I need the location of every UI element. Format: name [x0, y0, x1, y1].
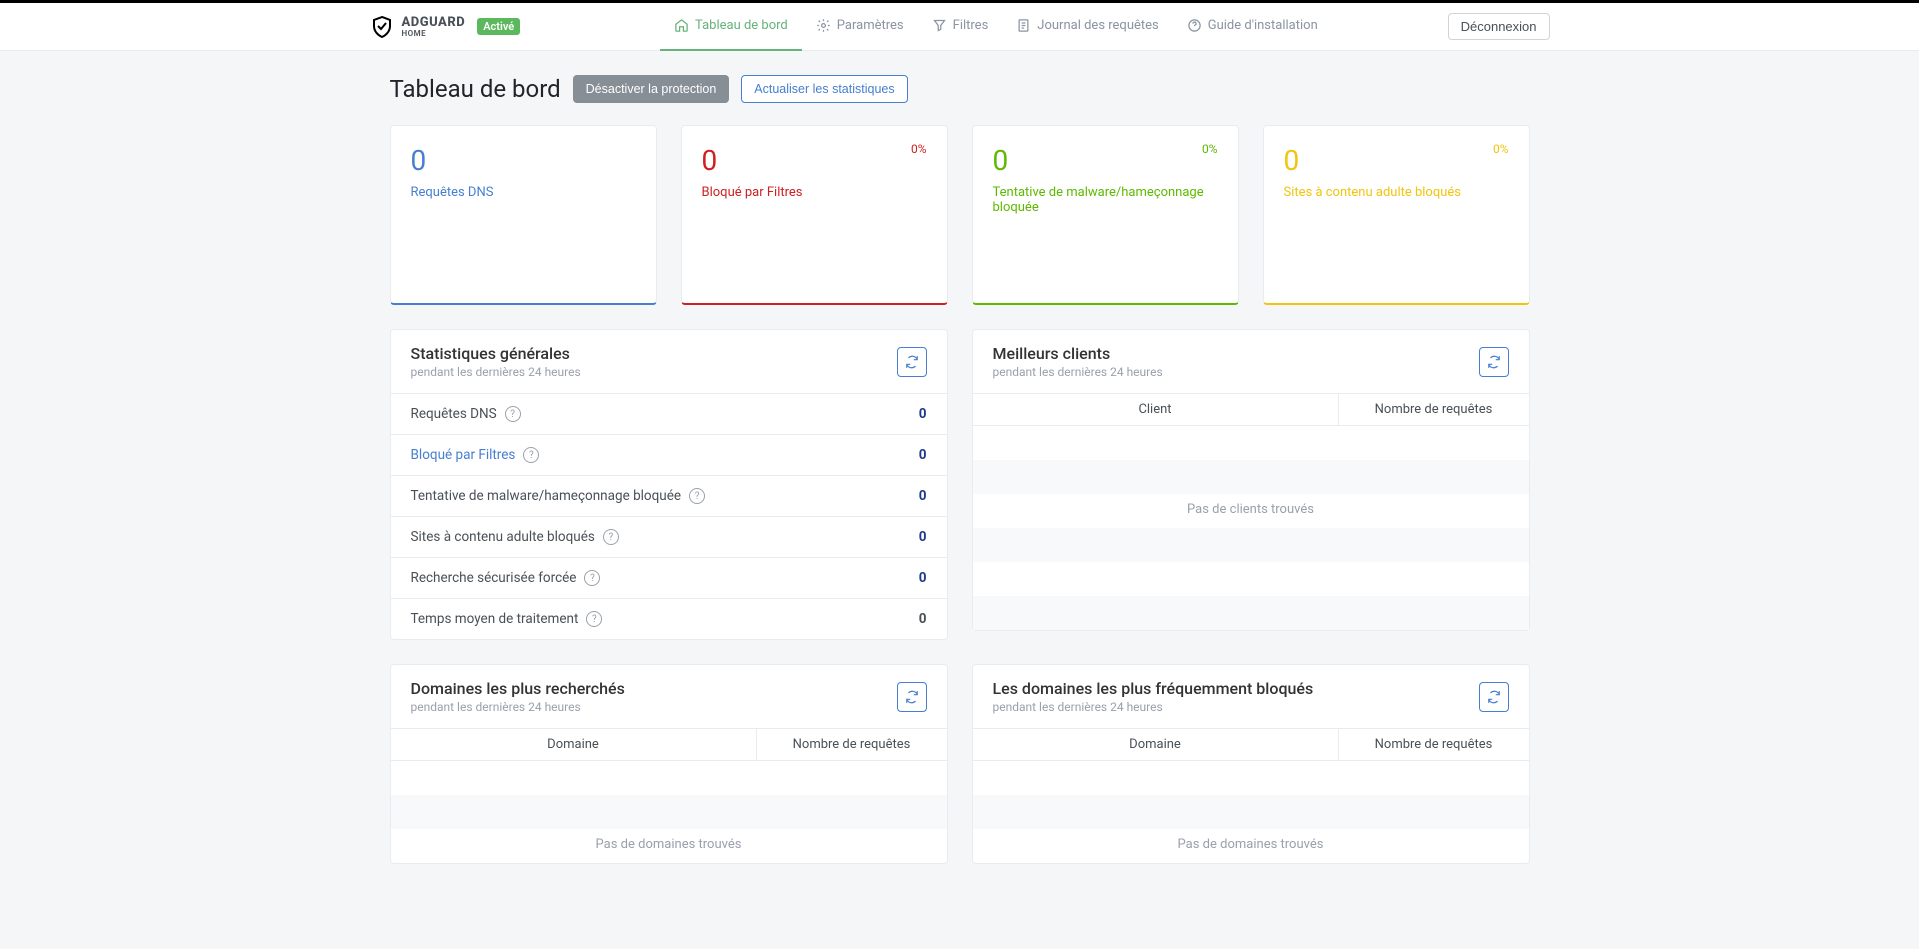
blocked-label-link[interactable]: Bloqué par Filtres [702, 185, 927, 200]
filter-icon [932, 18, 947, 33]
refresh-icon [1487, 355, 1501, 369]
page-title: Tableau de bord [390, 75, 561, 103]
nav-settings[interactable]: Paramètres [802, 3, 918, 51]
queried-table-header: Domaine Nombre de requêtes [391, 729, 947, 761]
help-tooltip-icon[interactable]: ? [505, 406, 521, 422]
dns-label-link[interactable]: Requêtes DNS [411, 185, 636, 200]
nav-filters[interactable]: Filtres [918, 3, 1003, 51]
adult-pct: 0% [1493, 142, 1509, 156]
refresh-stats-button[interactable]: Actualiser les statistiques [741, 75, 907, 103]
refresh-top-clients-button[interactable] [1479, 347, 1509, 377]
main-nav: Tableau de bord Paramètres Filtres Journ… [544, 3, 1447, 51]
top-clients-card: Meilleurs clients pendant les dernières … [972, 329, 1530, 631]
malware-pct: 0% [1202, 142, 1218, 156]
top-blocked-subtitle: pendant les dernières 24 heures [993, 700, 1314, 714]
brand-name: ADGUARD [402, 16, 466, 29]
disable-protection-button[interactable]: Désactiver la protection [573, 75, 730, 103]
general-stats-title: Statistiques générales [411, 344, 581, 363]
help-tooltip-icon[interactable]: ? [584, 570, 600, 586]
dns-count: 0 [411, 144, 636, 177]
blocked-empty: Pas de domaines trouvés [973, 829, 1529, 863]
stat-row-adult: Sites à contenu adulte bloqués? 0 [391, 517, 947, 558]
refresh-icon [1487, 690, 1501, 704]
table-row [391, 761, 947, 795]
top-blocked-title: Les domaines les plus fréquemment bloqué… [993, 679, 1314, 698]
help-icon [1187, 18, 1202, 33]
help-tooltip-icon[interactable]: ? [586, 611, 602, 627]
stat-row-blocked: Bloqué par Filtres? 0 [391, 435, 947, 476]
clients-empty: Pas de clients trouvés [973, 494, 1529, 528]
help-tooltip-icon[interactable]: ? [603, 529, 619, 545]
nav-guide[interactable]: Guide d'installation [1173, 3, 1332, 51]
table-row [973, 795, 1529, 829]
stat-row-avgtime: Temps moyen de traitement? 0 [391, 599, 947, 639]
top-clients-title: Meilleurs clients [993, 344, 1163, 363]
help-tooltip-icon[interactable]: ? [523, 447, 539, 463]
top-queried-title: Domaines les plus recherchés [411, 679, 625, 698]
refresh-top-blocked-button[interactable] [1479, 682, 1509, 712]
table-row [973, 596, 1529, 630]
top-queried-subtitle: pendant les dernières 24 heures [411, 700, 625, 714]
gear-icon [816, 18, 831, 33]
stat-card-adult: 0% 0 Sites à contenu adulte bloqués [1263, 125, 1530, 305]
refresh-icon [905, 690, 919, 704]
queried-empty: Pas de domaines trouvés [391, 829, 947, 863]
document-icon [1016, 18, 1031, 33]
clients-table-header: Client Nombre de requêtes [973, 394, 1529, 426]
refresh-top-queried-button[interactable] [897, 682, 927, 712]
table-row [973, 460, 1529, 494]
stat-card-malware: 0% 0 Tentative de malware/hameçonnage bl… [972, 125, 1239, 305]
blocked-pct: 0% [911, 142, 927, 156]
refresh-icon [905, 355, 919, 369]
general-stats-subtitle: pendant les dernières 24 heures [411, 365, 581, 379]
stat-card-blocked: 0% 0 Bloqué par Filtres [681, 125, 948, 305]
shield-logo-icon [370, 15, 394, 39]
table-row [391, 795, 947, 829]
blocked-table-header: Domaine Nombre de requêtes [973, 729, 1529, 761]
stat-row-malware: Tentative de malware/hameçonnage bloquée… [391, 476, 947, 517]
top-queried-card: Domaines les plus recherchés pendant les… [390, 664, 948, 864]
table-row [973, 562, 1529, 596]
adult-count: 0 [1284, 144, 1509, 177]
logo[interactable]: ADGUARD HOME [370, 15, 466, 39]
main-header: ADGUARD HOME Activé Tableau de bord Para… [0, 3, 1919, 51]
home-icon [674, 18, 689, 33]
general-stats-card: Statistiques générales pendant les derni… [390, 329, 948, 640]
brand-sub: HOME [402, 29, 466, 38]
malware-count: 0 [993, 144, 1218, 177]
table-row [973, 761, 1529, 795]
nav-dashboard[interactable]: Tableau de bord [660, 3, 802, 51]
malware-label-link[interactable]: Tentative de malware/hameçonnage bloquée [993, 185, 1218, 215]
stat-row-dns: Requêtes DNS? 0 [391, 394, 947, 435]
table-row [973, 426, 1529, 460]
status-badge: Activé [477, 18, 520, 35]
top-clients-subtitle: pendant les dernières 24 heures [993, 365, 1163, 379]
help-tooltip-icon[interactable]: ? [689, 488, 705, 504]
page-header: Tableau de bord Désactiver la protection… [390, 75, 1530, 103]
stat-card-dns: 0 Requêtes DNS [390, 125, 657, 305]
logout-button[interactable]: Déconnexion [1448, 13, 1550, 40]
stat-row-safesearch: Recherche sécurisée forcée? 0 [391, 558, 947, 599]
table-row [973, 528, 1529, 562]
refresh-general-stats-button[interactable] [897, 347, 927, 377]
top-blocked-card: Les domaines les plus fréquemment bloqué… [972, 664, 1530, 864]
nav-querylog[interactable]: Journal des requêtes [1002, 3, 1172, 51]
adult-label-link[interactable]: Sites à contenu adulte bloqués [1284, 185, 1509, 200]
blocked-count: 0 [702, 144, 927, 177]
